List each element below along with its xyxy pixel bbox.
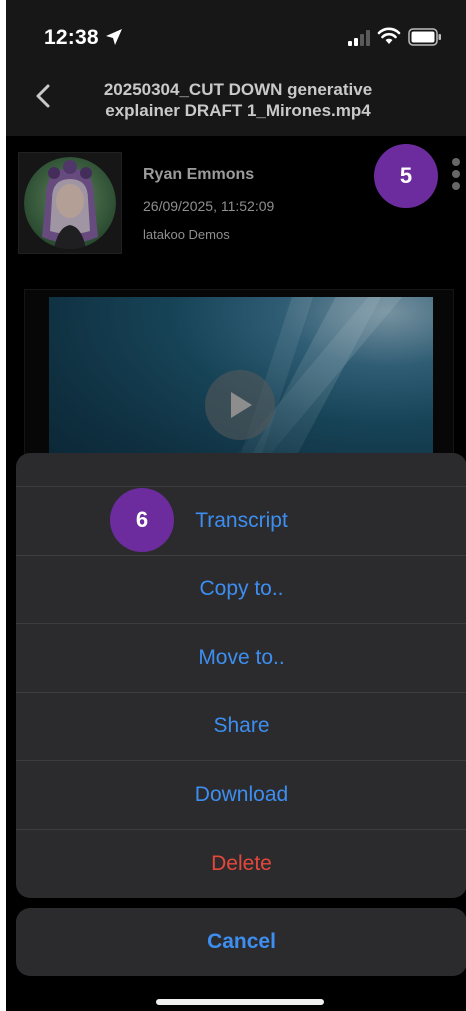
cellular-signal-icon — [348, 30, 370, 46]
cancel-button[interactable]: Cancel — [16, 908, 466, 976]
location-arrow-icon — [106, 29, 122, 45]
action-transcript[interactable]: Transcript — [16, 487, 466, 556]
action-copy-to[interactable]: Copy to.. — [16, 556, 466, 624]
wifi-icon — [377, 27, 401, 44]
action-delete[interactable]: Delete — [16, 830, 466, 899]
step-badge-5: 5 — [374, 144, 438, 208]
step-badge-6: 6 — [110, 488, 174, 552]
action-download[interactable]: Download — [16, 761, 466, 830]
phone-screen: 12:38 20250304_CUT DOWN generative expla… — [6, 0, 466, 1011]
action-move-to[interactable]: Move to.. — [16, 624, 466, 693]
status-bar: 12:38 — [6, 0, 466, 70]
back-button[interactable] — [30, 81, 56, 111]
action-sheet-header — [16, 453, 466, 487]
status-time: 12:38 — [44, 26, 99, 49]
page-title-line1: 20250304_CUT DOWN generative — [103, 80, 373, 99]
page-title: 20250304_CUT DOWN generative explainer D… — [78, 79, 398, 121]
page-title-line2: explainer DRAFT 1_Mirones.mp4 — [105, 101, 371, 120]
action-share[interactable]: Share — [16, 693, 466, 761]
home-indicator[interactable] — [156, 999, 324, 1005]
action-sheet: Transcript Copy to.. Move to.. Share Dow… — [16, 453, 466, 898]
chevron-left-icon — [36, 84, 50, 108]
navigation-header: 20250304_CUT DOWN generative explainer D… — [6, 70, 466, 136]
battery-icon — [408, 28, 441, 46]
